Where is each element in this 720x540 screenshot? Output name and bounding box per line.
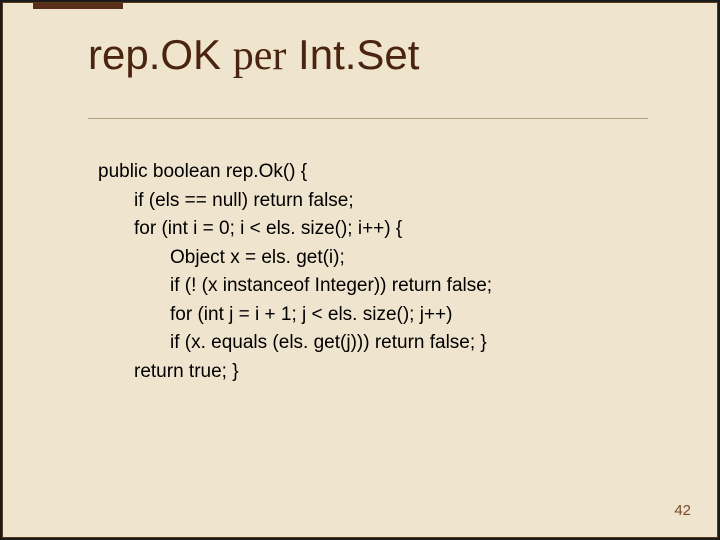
- slide-title: rep.OK per Int.Set: [88, 31, 419, 80]
- page-number: 42: [674, 502, 691, 519]
- title-part1: rep.OK: [88, 31, 233, 78]
- accent-bar: [33, 3, 123, 9]
- code-line: if (! (x instanceof Integer)) return fal…: [170, 272, 492, 301]
- code-block: public boolean rep.Ok() { if (els == nul…: [98, 158, 492, 386]
- code-line: if (els == null) return false;: [134, 187, 492, 216]
- code-line: for (int j = i + 1; j < els. size(); j++…: [170, 301, 492, 330]
- title-part2: per: [233, 33, 287, 79]
- code-line: Object x = els. get(i);: [170, 244, 492, 273]
- title-part3: Int.Set: [286, 31, 419, 78]
- slide: rep.OK per Int.Set public boolean rep.Ok…: [2, 2, 718, 538]
- code-line: for (int i = 0; i < els. size(); i++) {: [134, 215, 492, 244]
- code-line: public boolean rep.Ok() {: [98, 158, 492, 187]
- code-line: if (x. equals (els. get(j))) return fals…: [170, 329, 492, 358]
- code-line: return true; }: [134, 358, 492, 387]
- title-underline: [88, 118, 648, 119]
